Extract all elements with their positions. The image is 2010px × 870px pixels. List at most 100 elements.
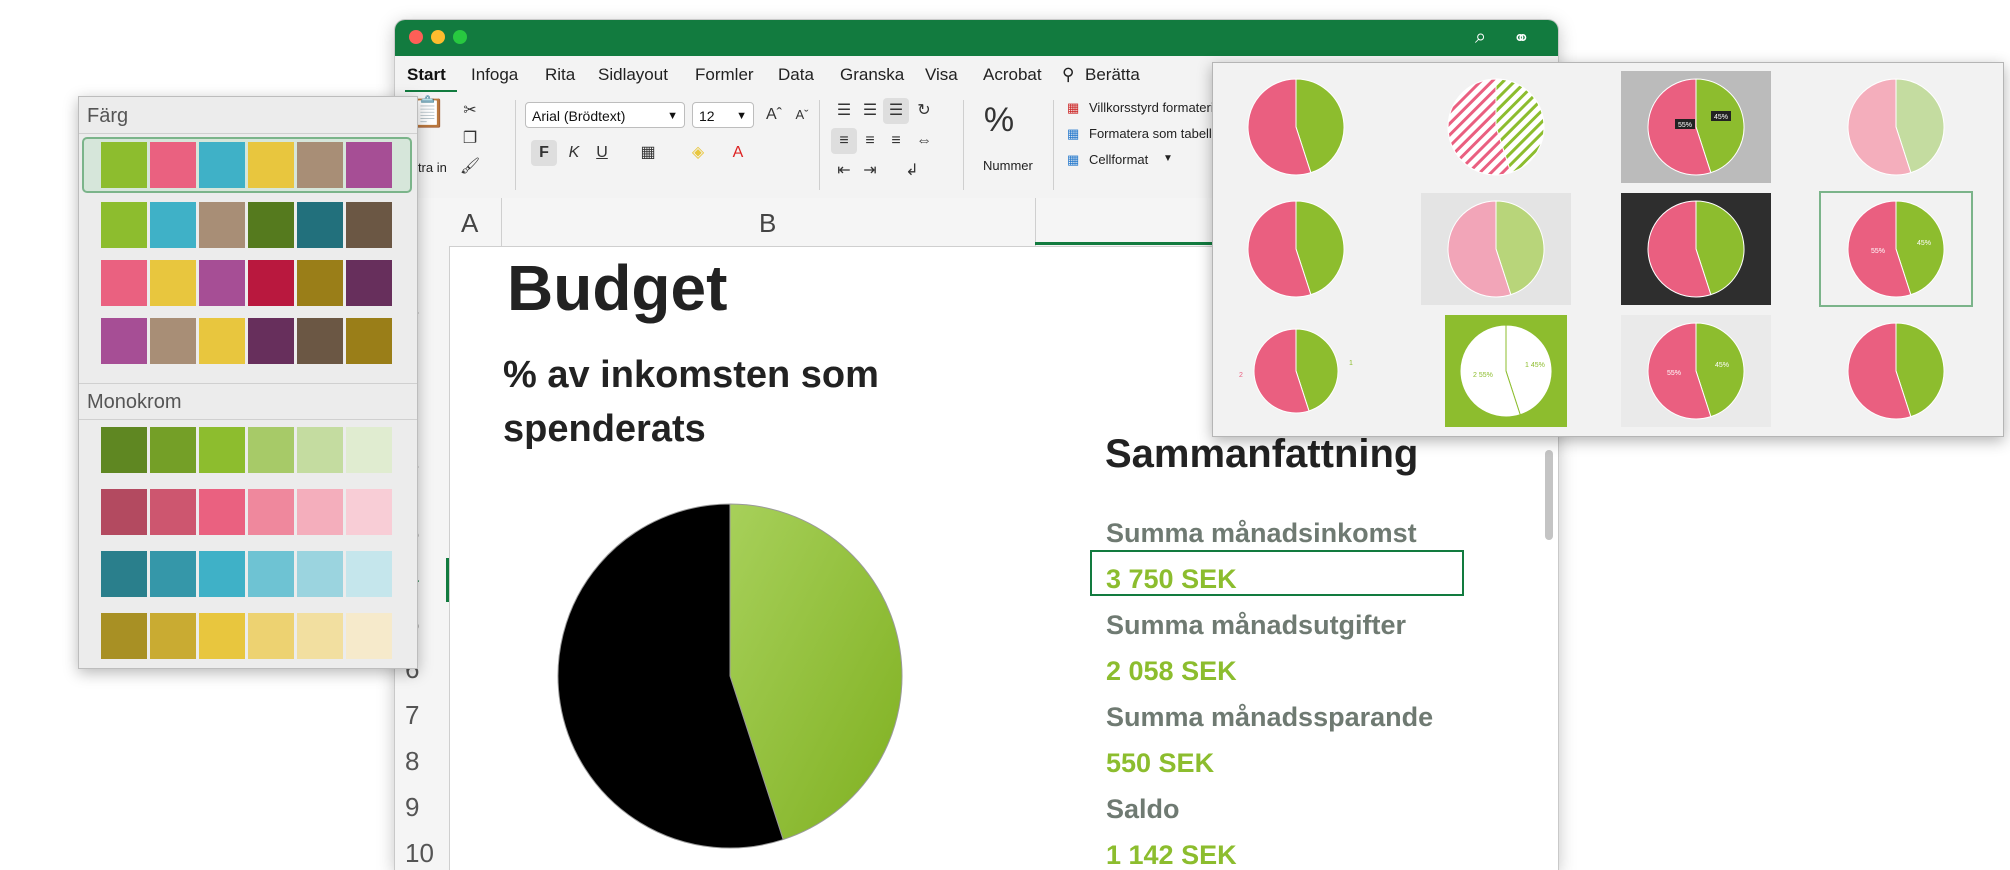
cell-format-icon[interactable]: ▦	[1067, 152, 1079, 168]
tab-start[interactable]: Start	[407, 65, 446, 85]
maximize-window-button[interactable]	[453, 30, 467, 44]
color-swatch[interactable]	[101, 142, 147, 188]
font-name-select[interactable]: Arial (Brödtext) ▼	[525, 102, 685, 128]
format-table-icon[interactable]: ▦	[1067, 126, 1079, 142]
color-swatch[interactable]	[150, 260, 196, 306]
mono-swatch[interactable]	[150, 489, 196, 535]
align-left-icon[interactable]: ≡	[831, 128, 857, 154]
decrease-font-icon[interactable]: Aˇ	[789, 102, 815, 128]
close-window-button[interactable]	[409, 30, 423, 44]
color-swatch[interactable]	[346, 260, 392, 306]
mono-swatch[interactable]	[101, 427, 147, 473]
mono-swatch[interactable]	[150, 551, 196, 597]
color-swatch[interactable]	[199, 142, 245, 188]
font-size-select[interactable]: 12 ▼	[692, 102, 754, 128]
text-wrap-icon[interactable]: ↲	[899, 158, 925, 184]
align-middle-icon[interactable]: ☰	[857, 98, 883, 124]
row-header[interactable]: 10	[405, 838, 434, 869]
align-right-icon[interactable]: ≡	[883, 128, 909, 154]
borders-icon[interactable]: ▦	[635, 140, 661, 166]
mono-swatch[interactable]	[248, 489, 294, 535]
increase-indent-icon[interactable]: ⇥	[857, 158, 883, 184]
mono-swatch[interactable]	[150, 427, 196, 473]
tab-sidlayout[interactable]: Sidlayout	[598, 65, 668, 85]
row-header[interactable]: 8	[405, 746, 419, 777]
color-swatch[interactable]	[297, 260, 343, 306]
color-swatch[interactable]	[248, 202, 294, 248]
summary-value-expenses[interactable]: 2 058 SEK	[1106, 656, 1237, 687]
tab-rita[interactable]: Rita	[545, 65, 575, 85]
chart-style-option[interactable]	[1421, 71, 1571, 183]
search-icon[interactable]: ⌕	[1475, 26, 1486, 49]
mono-swatch[interactable]	[199, 613, 245, 659]
color-swatch[interactable]	[346, 318, 392, 364]
align-top-icon[interactable]: ☰	[831, 98, 857, 124]
underline-button[interactable]: U	[589, 140, 615, 166]
share-icon[interactable]: ⚭	[1513, 26, 1530, 51]
mono-swatch[interactable]	[297, 551, 343, 597]
color-swatch[interactable]	[199, 318, 245, 364]
mono-swatch[interactable]	[346, 551, 392, 597]
mono-swatch[interactable]	[101, 613, 147, 659]
italic-button[interactable]: K	[561, 140, 587, 166]
color-swatch[interactable]	[150, 202, 196, 248]
color-swatch[interactable]	[199, 260, 245, 306]
vertical-scrollbar[interactable]	[1545, 450, 1553, 540]
pie-chart[interactable]	[550, 496, 910, 856]
summary-value-savings[interactable]: 550 SEK	[1106, 748, 1214, 779]
mono-swatch[interactable]	[297, 489, 343, 535]
copy-icon[interactable]: ❐	[457, 126, 483, 152]
color-swatch[interactable]	[346, 142, 392, 188]
percent-icon[interactable]: %	[979, 98, 1019, 142]
mono-swatch[interactable]	[101, 489, 147, 535]
increase-font-icon[interactable]: Aˆ	[761, 102, 787, 128]
column-header-b[interactable]: B	[759, 208, 776, 239]
format-painter-icon[interactable]: 🖌	[457, 154, 483, 180]
number-format-label[interactable]: Nummer	[983, 158, 1033, 173]
chart-style-option[interactable]	[1821, 315, 1971, 427]
color-swatch[interactable]	[101, 260, 147, 306]
tab-infoga[interactable]: Infoga	[471, 65, 518, 85]
tab-acrobat[interactable]: Acrobat	[983, 65, 1042, 85]
mono-swatch[interactable]	[248, 427, 294, 473]
color-swatch[interactable]	[297, 142, 343, 188]
chart-style-option[interactable]	[1821, 71, 1971, 183]
mono-swatch[interactable]	[297, 427, 343, 473]
chart-style-option[interactable]: 2 55% 1 45%	[1445, 315, 1567, 427]
chart-style-option[interactable]	[1421, 193, 1571, 305]
orientation-icon[interactable]: ↻	[911, 98, 937, 124]
format-table-button[interactable]: Formatera som tabell	[1089, 126, 1212, 141]
mono-swatch[interactable]	[150, 613, 196, 659]
chart-style-option[interactable]	[1621, 193, 1771, 305]
minimize-window-button[interactable]	[431, 30, 445, 44]
chart-style-option[interactable]: 2 1	[1221, 315, 1371, 427]
cond-format-button[interactable]: Villkorsstyrd formatering	[1089, 100, 1228, 115]
color-swatch[interactable]	[101, 202, 147, 248]
cond-format-icon[interactable]: ▦	[1067, 100, 1079, 116]
mono-swatch[interactable]	[199, 489, 245, 535]
chart-style-option[interactable]: 55% 45%	[1621, 71, 1771, 183]
align-center-icon[interactable]: ≡	[857, 128, 883, 154]
color-swatch[interactable]	[248, 142, 294, 188]
color-swatch[interactable]	[346, 202, 392, 248]
mono-swatch[interactable]	[199, 551, 245, 597]
mono-swatch[interactable]	[297, 613, 343, 659]
merge-icon[interactable]: ⇔	[911, 128, 937, 154]
tab-beratta[interactable]: Berätta	[1085, 65, 1140, 85]
fill-color-icon[interactable]: ◈	[685, 140, 711, 166]
chart-style-option[interactable]	[1221, 193, 1371, 305]
color-swatch[interactable]	[150, 318, 196, 364]
mono-swatch[interactable]	[199, 427, 245, 473]
bold-button[interactable]: F	[531, 140, 557, 166]
row-header[interactable]: 7	[405, 700, 419, 731]
cut-icon[interactable]: ✂	[457, 98, 483, 124]
tab-visa[interactable]: Visa	[925, 65, 958, 85]
tab-granska[interactable]: Granska	[840, 65, 904, 85]
mono-swatch[interactable]	[346, 613, 392, 659]
chart-style-option-selected[interactable]: 55% 45%	[1819, 191, 1973, 307]
active-cell[interactable]	[1090, 550, 1464, 596]
color-swatch[interactable]	[248, 260, 294, 306]
mono-swatch[interactable]	[248, 551, 294, 597]
mono-swatch[interactable]	[346, 489, 392, 535]
row-header[interactable]: 9	[405, 792, 419, 823]
